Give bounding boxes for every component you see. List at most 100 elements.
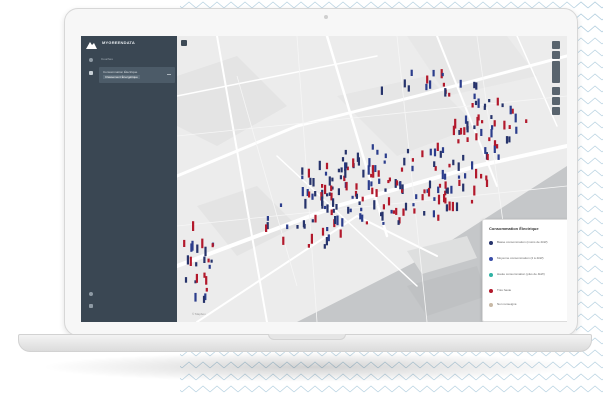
building-bar[interactable] (355, 193, 358, 199)
building-bar[interactable] (429, 148, 432, 156)
pitch-icon[interactable] (552, 87, 560, 95)
building-bar[interactable] (378, 178, 381, 184)
building-bar[interactable] (203, 256, 206, 263)
building-bar[interactable] (429, 80, 432, 89)
building-bar[interactable] (357, 157, 360, 166)
building-bar[interactable] (355, 183, 358, 190)
sidebar-item-layer[interactable]: Consommation Électrique Classement Énerg… (99, 67, 175, 83)
building-bar[interactable] (401, 189, 404, 193)
building-bar[interactable] (445, 204, 448, 212)
building-bar[interactable] (397, 220, 400, 225)
building-bar[interactable] (490, 129, 493, 138)
building-bar[interactable] (371, 187, 374, 195)
building-bar[interactable] (341, 218, 344, 227)
building-bar[interactable] (525, 119, 528, 123)
building-bar[interactable] (514, 113, 517, 123)
building-bar[interactable] (459, 79, 462, 88)
sidebar-item-sublabel[interactable]: Classement Énergétique (103, 75, 140, 79)
building-bar[interactable] (191, 240, 194, 251)
building-bar[interactable] (311, 219, 314, 223)
building-bar[interactable] (421, 150, 424, 158)
map-attribution[interactable]: © Mapbox (192, 312, 206, 316)
building-bar[interactable] (425, 83, 428, 91)
building-bar[interactable] (339, 175, 342, 180)
building-bar[interactable] (501, 103, 504, 108)
building-bar[interactable] (411, 165, 414, 172)
building-bar[interactable] (390, 209, 393, 214)
building-bar[interactable] (480, 173, 483, 179)
building-bar[interactable] (448, 201, 451, 211)
building-bar[interactable] (351, 195, 354, 199)
building-bar[interactable] (331, 177, 334, 182)
building-bar[interactable] (382, 204, 385, 210)
building-bar[interactable] (473, 125, 476, 130)
building-bar[interactable] (459, 127, 463, 135)
building-bar[interactable] (196, 244, 199, 253)
building-bar[interactable] (296, 225, 299, 229)
building-bar[interactable] (370, 173, 373, 178)
building-bar[interactable] (437, 194, 441, 205)
building-bar[interactable] (509, 105, 512, 115)
building-bar[interactable] (491, 125, 494, 130)
building-bar[interactable] (395, 180, 399, 186)
building-bar[interactable] (444, 88, 447, 97)
building-bar[interactable] (345, 181, 348, 191)
building-bar[interactable] (361, 214, 364, 222)
building-bar[interactable] (454, 118, 457, 129)
building-bar[interactable] (505, 136, 509, 144)
building-bar[interactable] (474, 100, 478, 106)
layers-icon[interactable] (552, 107, 560, 115)
building-bar[interactable] (493, 140, 497, 146)
layers-nav-icon[interactable] (89, 58, 93, 62)
building-bar[interactable] (382, 221, 385, 225)
building-bar[interactable] (427, 187, 431, 197)
building-bar[interactable] (207, 258, 210, 263)
building-bar[interactable] (371, 165, 374, 173)
building-bar[interactable] (462, 154, 465, 161)
data-nav-icon[interactable] (89, 71, 93, 75)
building-bar[interactable] (444, 173, 447, 180)
building-bar[interactable] (497, 154, 500, 160)
building-bar[interactable] (286, 224, 289, 230)
building-bar[interactable] (441, 147, 445, 153)
building-bar[interactable] (428, 180, 432, 189)
building-bar[interactable] (365, 221, 368, 225)
building-bar[interactable] (341, 157, 345, 162)
building-bar[interactable] (307, 244, 310, 248)
building-bar[interactable] (475, 133, 478, 141)
building-bar[interactable] (360, 207, 363, 212)
building-bar[interactable] (439, 150, 442, 158)
building-bar[interactable] (473, 81, 476, 89)
building-bar[interactable] (384, 153, 387, 159)
building-bar[interactable] (323, 244, 326, 249)
building-bar[interactable] (406, 148, 410, 154)
building-bar[interactable] (477, 98, 480, 108)
building-bar[interactable] (318, 160, 321, 171)
building-bar[interactable] (486, 154, 489, 161)
building-bar[interactable] (463, 127, 466, 135)
building-bar[interactable] (392, 210, 395, 214)
building-bar[interactable] (203, 272, 206, 278)
building-bar[interactable] (455, 202, 459, 212)
building-bar[interactable] (470, 199, 474, 204)
building-bar[interactable] (475, 168, 478, 179)
building-bar[interactable] (441, 169, 444, 180)
building-bar[interactable] (337, 168, 340, 173)
building-bar[interactable] (436, 142, 439, 151)
building-bar[interactable] (326, 193, 329, 197)
building-bar[interactable] (441, 72, 444, 77)
building-bar[interactable] (445, 188, 448, 194)
building-bar[interactable] (367, 180, 370, 190)
building-bar[interactable] (448, 92, 451, 97)
building-bar[interactable] (444, 181, 447, 189)
building-bar[interactable] (327, 234, 330, 242)
building-bar[interactable] (433, 197, 436, 201)
building-bar[interactable] (205, 287, 208, 292)
building-bar[interactable] (433, 161, 436, 167)
building-bar[interactable] (412, 203, 415, 207)
building-bar[interactable] (377, 170, 380, 177)
building-bar[interactable] (324, 171, 328, 176)
building-bar[interactable] (321, 227, 325, 236)
building-bar[interactable] (471, 161, 474, 170)
building-bar[interactable] (328, 176, 331, 186)
